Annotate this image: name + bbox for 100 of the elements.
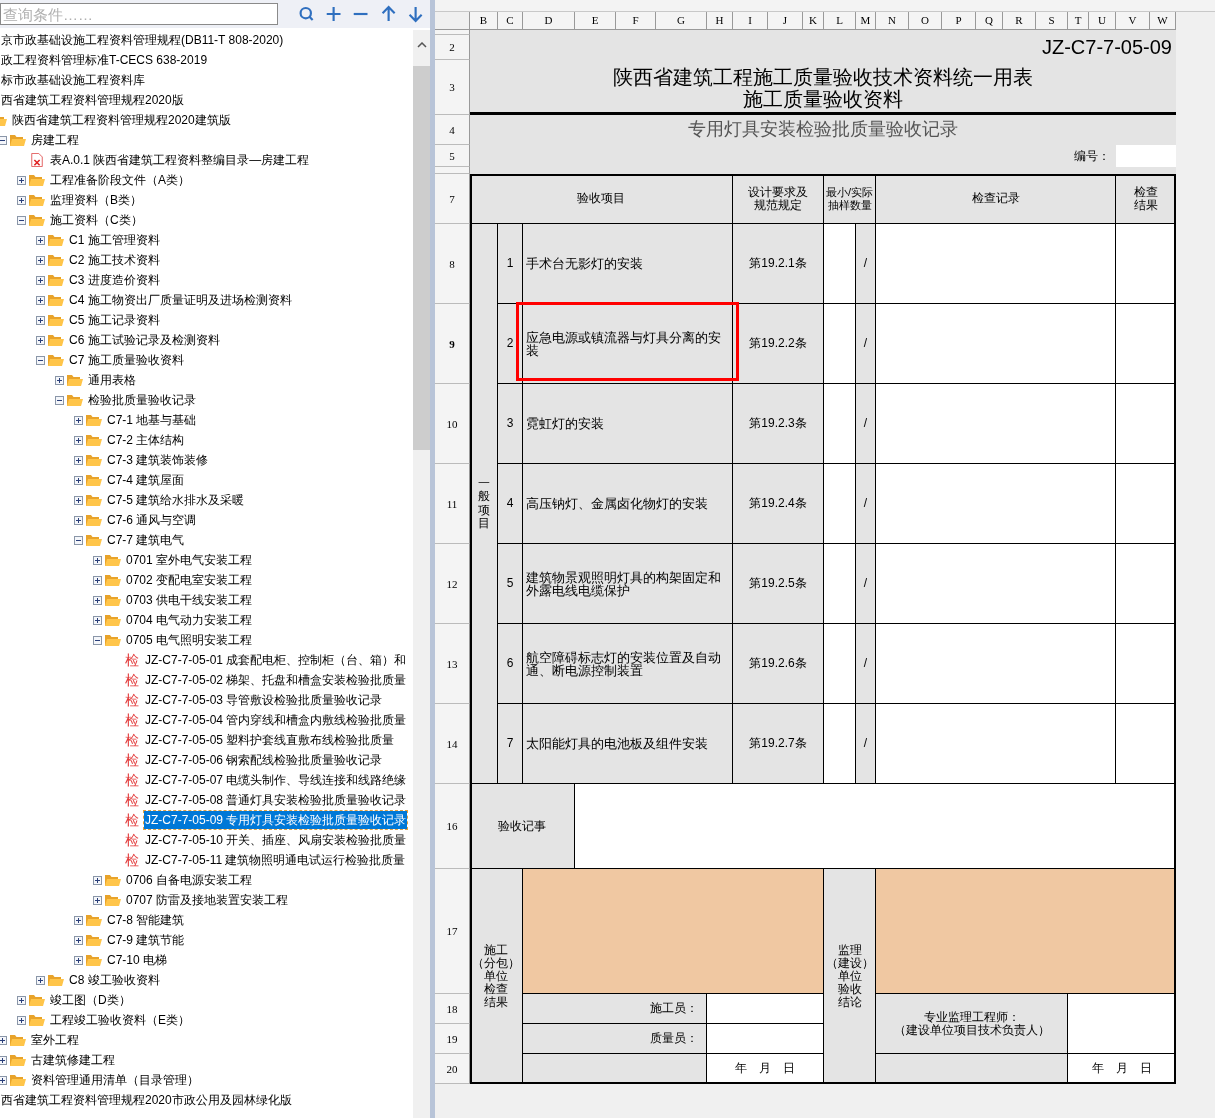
column-header[interactable]: U	[1089, 12, 1116, 30]
tree-toggle[interactable]	[36, 275, 45, 285]
row-header[interactable]: 13	[435, 624, 470, 704]
search-icon[interactable]	[297, 5, 316, 23]
tree-item[interactable]: 0705 电气照明安装工程	[125, 631, 254, 649]
row-header[interactable]: 9	[435, 304, 470, 384]
signature-field[interactable]	[707, 994, 824, 1024]
tree-item[interactable]: C7-10 电梯	[106, 951, 169, 969]
tree-item[interactable]: C7-3 建筑装饰装修	[106, 451, 210, 469]
tree-toggle[interactable]	[74, 935, 83, 945]
row-header[interactable]: 7	[435, 174, 470, 224]
tree-item[interactable]: C7-5 建筑给水排水及采暖	[106, 491, 246, 509]
date-field[interactable]: 年 月 日	[1068, 1054, 1176, 1084]
column-header[interactable]: J	[768, 12, 803, 30]
tree-item[interactable]: 表A.0.1 陕西省建筑工程资料整编目录—房建工程	[49, 151, 311, 169]
row-header[interactable]: 17	[435, 869, 470, 994]
tree-toggle[interactable]	[74, 415, 83, 425]
tree-toggle[interactable]	[74, 475, 83, 485]
tree-item[interactable]: 陕西省建筑工程资料管理规程2020建筑版	[11, 111, 232, 129]
tree-item[interactable]: 西省建筑工程资料管理规程2020市政公用及园林绿化版	[0, 1091, 293, 1109]
tree-item[interactable]: 0707 防雷及接地装置安装工程	[125, 891, 290, 909]
row-header[interactable]: 18	[435, 994, 470, 1024]
tree-toggle[interactable]	[17, 215, 26, 225]
row-header[interactable]: 3	[435, 60, 470, 115]
column-header[interactable]: K	[803, 12, 824, 30]
tree-item[interactable]: 工程竣工验收资料（E类）	[49, 1011, 191, 1029]
row-header[interactable]: 4	[435, 115, 470, 145]
tree-item[interactable]: C7-8 智能建筑	[106, 911, 186, 929]
row-header[interactable]: 8	[435, 224, 470, 304]
tree-item[interactable]: 古建筑修建工程	[30, 1051, 116, 1069]
search-field[interactable]: 查询条件……	[0, 3, 278, 25]
tree-toggle[interactable]	[93, 875, 102, 885]
tree-item[interactable]: C2 施工技术资料	[68, 251, 161, 269]
tree-toggle[interactable]	[74, 455, 83, 465]
column-header[interactable]: P	[942, 12, 976, 30]
tree-item[interactable]: JZ-C7-7-05-02 梯架、托盘和槽盒安装检验批质量	[144, 671, 408, 689]
tree-item[interactable]: 检验批质量验收记录	[87, 391, 197, 409]
row-header[interactable]: 2	[435, 35, 470, 60]
tree-toggle[interactable]	[0, 1035, 7, 1045]
tree-item[interactable]: C4 施工物资出厂质量证明及进场检测资料	[68, 291, 293, 309]
tree-item[interactable]: JZ-C7-7-05-05 塑料护套线直敷布线检验批质量	[144, 731, 396, 749]
tree-toggle[interactable]	[93, 555, 102, 565]
tree-item[interactable]: JZ-C7-7-05-06 钢索配线检验批质量验收记录	[144, 751, 384, 769]
row-header[interactable]	[435, 167, 470, 174]
column-header[interactable]: V	[1116, 12, 1150, 30]
tree-toggle[interactable]	[17, 995, 26, 1005]
tree-item[interactable]: JZ-C7-7-05-03 导管敷设检验批质量验收记录	[144, 691, 384, 709]
tree-item[interactable]: C7-7 建筑电气	[106, 531, 186, 549]
tree-toggle[interactable]	[93, 615, 102, 625]
tree-item[interactable]: C7-4 建筑屋面	[106, 471, 186, 489]
row-header[interactable]: 16	[435, 784, 470, 869]
tree-item[interactable]: 通用表格	[87, 371, 137, 389]
tree-item[interactable]: 施工资料（C类）	[49, 211, 144, 229]
arrow-down-icon[interactable]	[406, 5, 424, 23]
tree-toggle[interactable]	[93, 635, 102, 645]
tree-toggle[interactable]	[55, 395, 64, 405]
tree-toggle[interactable]	[74, 535, 83, 545]
date-field[interactable]: 年 月 日	[707, 1054, 824, 1084]
column-header[interactable]: M	[856, 12, 876, 30]
tree-toggle[interactable]	[17, 195, 26, 205]
tree-item[interactable]: JZ-C7-7-05-09 专用灯具安装检验批质量验收记录	[144, 811, 408, 829]
column-header[interactable]: D	[523, 12, 575, 30]
tree-item[interactable]: C7-6 通风与空调	[106, 511, 198, 529]
tree-item[interactable]: C3 进度造价资料	[68, 271, 161, 289]
row-header[interactable]: 5	[435, 145, 470, 167]
tree-toggle[interactable]	[17, 175, 26, 185]
tree-item[interactable]: 西省建筑工程资料管理规程2020版	[0, 91, 185, 109]
tree-toggle[interactable]	[74, 955, 83, 965]
tree-item[interactable]: 监理资料（B类）	[49, 191, 143, 209]
row-header[interactable]: 12	[435, 544, 470, 624]
tree-item[interactable]: JZ-C7-7-05-08 普通灯具安装检验批质量验收记录	[144, 791, 408, 809]
tree-toggle[interactable]	[93, 595, 102, 605]
tree-item[interactable]: C7 施工质量验收资料	[68, 351, 185, 369]
tree-item[interactable]: 竣工图（D类）	[49, 991, 132, 1009]
column-header[interactable]: O	[909, 12, 942, 30]
signature-field[interactable]	[707, 1024, 824, 1054]
tree-item[interactable]: 政工程资料管理标准T-CECS 638-2019	[0, 51, 209, 69]
tree-toggle[interactable]	[36, 335, 45, 345]
tree-toggle[interactable]	[74, 915, 83, 925]
tree-item[interactable]: C7-9 建筑节能	[106, 931, 186, 949]
tree-toggle[interactable]	[93, 895, 102, 905]
column-header[interactable]: R	[1003, 12, 1036, 30]
row-header[interactable]: 10	[435, 384, 470, 464]
arrow-up-icon[interactable]	[379, 5, 397, 23]
tree-toggle[interactable]	[36, 235, 45, 245]
column-header[interactable]: F	[616, 12, 656, 30]
tree-toggle[interactable]	[36, 355, 45, 365]
row-header[interactable]: 11	[435, 464, 470, 544]
tree-item[interactable]: C5 施工记录资料	[68, 311, 161, 329]
column-header[interactable]: W	[1150, 12, 1176, 30]
tree-toggle[interactable]	[0, 135, 7, 145]
tree-item[interactable]: JZ-C7-7-05-11 建筑物照明通电试运行检验批质量	[144, 851, 407, 869]
tree-toggle[interactable]	[36, 975, 45, 985]
tree-toggle[interactable]	[36, 315, 45, 325]
column-header[interactable]: Q	[976, 12, 1003, 30]
tree-item[interactable]: 资料管理通用清单（目录管理）	[30, 1071, 200, 1089]
tree-toggle[interactable]	[55, 375, 64, 385]
tree-item[interactable]: C1 施工管理资料	[68, 231, 161, 249]
column-header[interactable]: T	[1068, 12, 1089, 30]
column-header[interactable]: H	[707, 12, 733, 30]
